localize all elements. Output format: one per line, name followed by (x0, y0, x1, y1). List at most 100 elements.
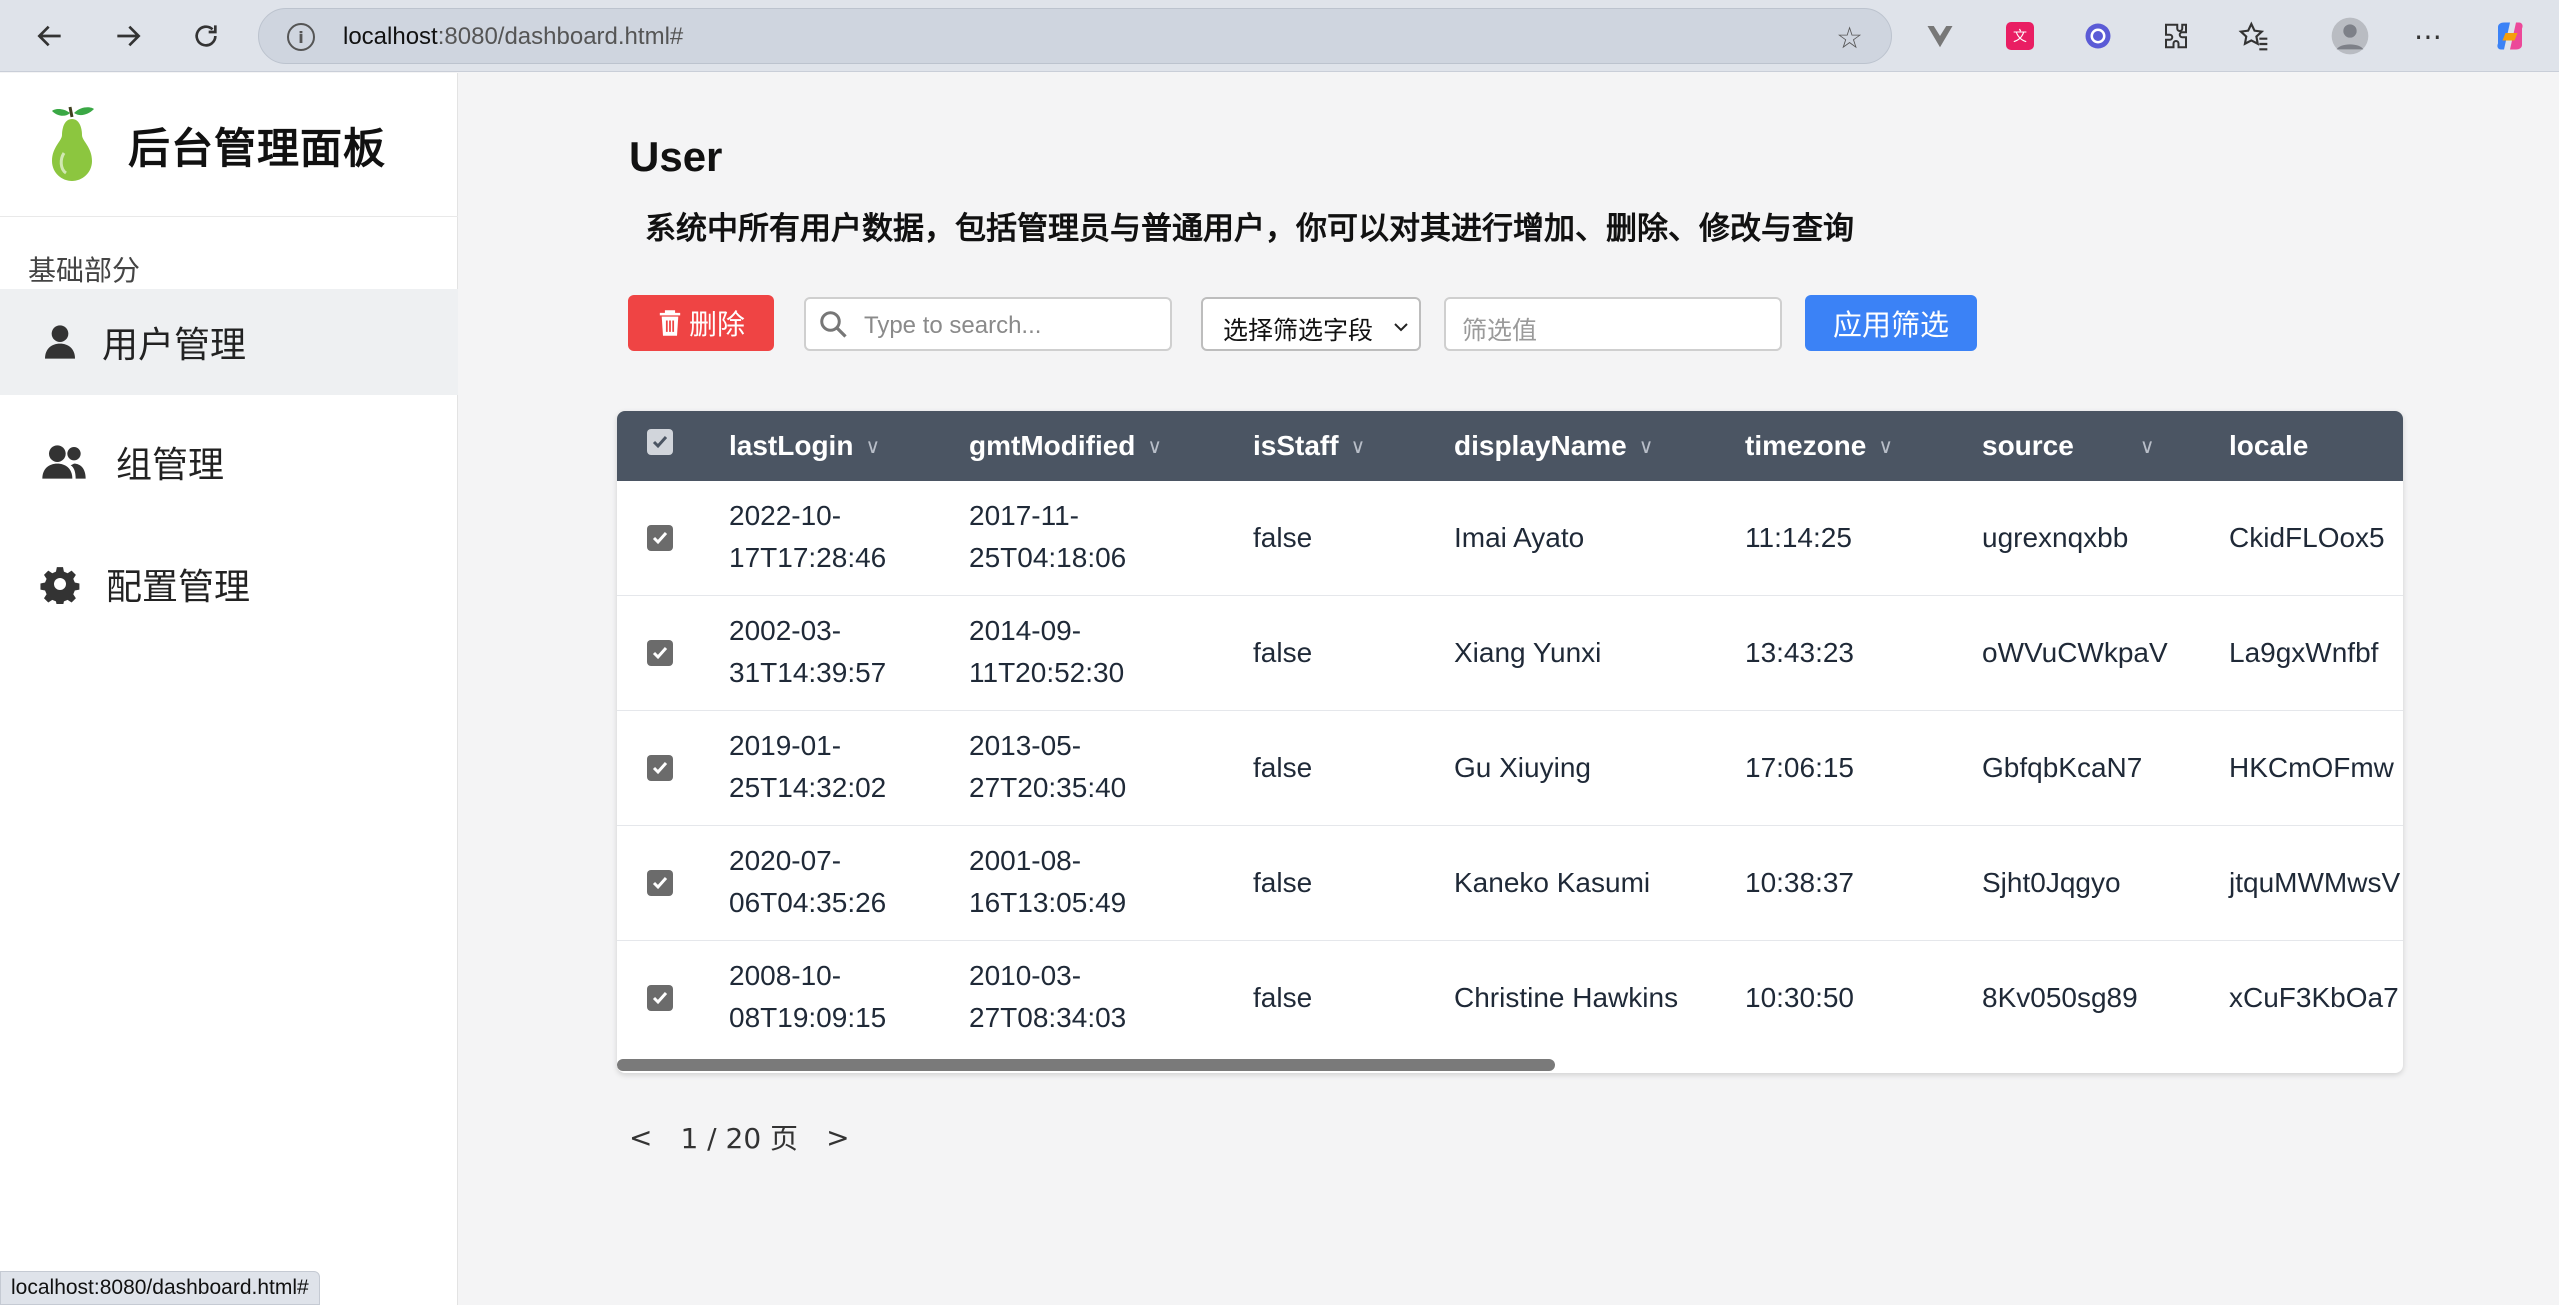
cell-timezone: 10:38:37 (1745, 867, 1854, 898)
cell-lastLogin: 2002-03- 31T14:39:57 (729, 615, 887, 688)
main-content: User 系统中所有用户数据，包括管理员与普通用户，你可以对其进行增加、删除、修… (459, 73, 2559, 1305)
column-header-timezone[interactable]: timezone ∨ (1745, 411, 1893, 481)
column-header-gmtModified[interactable]: gmtModified ∨ (969, 411, 1162, 481)
select-all-checkbox[interactable] (647, 429, 673, 455)
table-row[interactable]: 2002-03- 31T14:39:57 2014-09- 11T20:52:30 … (617, 596, 2403, 711)
field-select[interactable]: 选择筛选字段 (1201, 297, 1421, 351)
cell-locale: HKCmOFmw (2229, 752, 2394, 783)
sort-chevron-icon: ∨ (1350, 434, 1366, 458)
forward-icon[interactable] (106, 14, 150, 58)
extensions-puzzle-icon[interactable] (2158, 18, 2194, 54)
cell-displayName: Kaneko Kasumi (1454, 867, 1651, 898)
delete-button-label: 删除 (688, 308, 745, 341)
sort-chevron-icon: ∨ (2139, 434, 2155, 458)
delete-button[interactable]: 删除 (628, 295, 774, 351)
cell-gmtModified: 2014-09- 11T20:52:30 (969, 615, 1125, 688)
table-header: lastLogin ∨ gmtModified ∨ isStaff ∨ display… (617, 411, 2403, 481)
sidebar-item-config[interactable]: 配置管理 (0, 531, 458, 637)
table-row[interactable]: 2022-10- 17T17:28:46 2017-11- 25T04:18:06 … (617, 481, 2403, 596)
field-select-value: 选择筛选字段 (1223, 316, 1374, 345)
apply-filter-button[interactable]: 应用筛选 (1805, 295, 1977, 351)
filter-value-input[interactable]: 筛选值 (1444, 297, 1782, 351)
cell-timezone: 11:14:25 (1745, 522, 1852, 553)
vue-extension-icon[interactable] (1922, 18, 1958, 54)
sort-chevron-icon: ∨ (1638, 434, 1654, 458)
site-info-icon[interactable]: i (287, 23, 315, 51)
sort-chevron-icon: ∨ (1878, 434, 1893, 458)
bookmark-star-icon[interactable]: ☆ (1836, 21, 1863, 56)
profile-avatar-icon[interactable] (2328, 14, 2372, 58)
cell-isStaff: false (1253, 522, 1313, 553)
page-indicator: 1 / 20 页 (680, 1122, 799, 1155)
cell-lastLogin: 2019-01- 25T14:32:02 (729, 730, 887, 803)
cell-source: oWVuCWkpaV (1982, 637, 2168, 668)
cell-gmtModified: 2013-05- 27T20:35:40 (969, 730, 1127, 803)
sidebar-item-label: 配置管理 (106, 567, 251, 608)
cell-source: Sjht0Jqgyo (1982, 867, 2121, 898)
table-row[interactable]: 2020-07- 06T04:35:26 2001-08- 16T13:05:49 … (617, 826, 2403, 941)
users-icon (42, 445, 86, 479)
cell-locale: CkidFLOox5 (2229, 522, 2385, 553)
cell-displayName: Xiang Yunxi (1454, 637, 1602, 668)
cell-isStaff: false (1253, 637, 1313, 668)
browser-toolbar: i localhost:8080/dashboard.html# ☆ 文 ⋯ (0, 0, 2559, 72)
row-checkbox[interactable] (647, 985, 673, 1011)
next-page-button[interactable]: > (826, 1121, 849, 1154)
sidebar-item-groups[interactable]: 组管理 (0, 409, 458, 515)
cell-gmtModified: 2017-11- 25T04:18:06 (969, 500, 1127, 573)
pagination: < 1 / 20 页 > (629, 1117, 850, 1157)
cell-displayName: Imai Ayato (1454, 522, 1585, 553)
prev-page-button[interactable]: < (629, 1121, 652, 1154)
row-checkbox[interactable] (647, 755, 673, 781)
page-description: 系统中所有用户数据，包括管理员与普通用户，你可以对其进行增加、删除、修改与查询 (645, 211, 1854, 247)
horizontal-scrollbar[interactable] (617, 1059, 1555, 1071)
trash-icon (659, 310, 681, 336)
address-bar[interactable]: i localhost:8080/dashboard.html# ☆ (258, 8, 1892, 64)
user-icon (45, 325, 75, 359)
table-row[interactable]: 2019-01- 25T14:32:02 2013-05- 27T20:35:40 … (617, 711, 2403, 826)
sidebar-item-users[interactable]: 用户管理 (0, 289, 458, 395)
row-checkbox[interactable] (647, 640, 673, 666)
cell-source: 8Kv050sg89 (1982, 982, 2138, 1013)
copilot-icon[interactable] (2492, 18, 2528, 54)
status-bar: localhost:8080/dashboard.html# (0, 1271, 320, 1305)
reload-icon[interactable] (184, 14, 228, 58)
search-placeholder: Type to search... (864, 312, 1042, 339)
gear-icon (40, 567, 80, 604)
cell-timezone: 17:06:15 (1745, 752, 1854, 783)
cell-timezone: 13:43:23 (1745, 637, 1854, 668)
cell-locale: La9gxWnfbf (2229, 637, 2379, 668)
favorites-icon[interactable] (2236, 18, 2272, 54)
pear-logo-icon (52, 106, 94, 181)
url-text[interactable]: localhost:8080/dashboard.html# (343, 23, 683, 51)
table-row[interactable]: 2008-10- 08T19:09:15 2010-03- 27T08:34:03 … (617, 941, 2403, 1056)
translate-extension-icon[interactable]: 文 (2002, 18, 2038, 54)
row-checkbox[interactable] (647, 870, 673, 896)
column-header-displayName[interactable]: displayName ∨ (1454, 411, 1653, 481)
row-checkbox[interactable] (647, 525, 673, 551)
search-icon (820, 311, 847, 338)
sort-chevron-icon: ∨ (1147, 434, 1163, 458)
cell-displayName: Christine Hawkins (1454, 982, 1679, 1013)
camera-extension-icon[interactable] (2080, 18, 2116, 54)
column-header-source[interactable]: source ∨ (1982, 411, 2154, 481)
back-icon[interactable] (28, 14, 72, 58)
cell-lastLogin: 2020-07- 06T04:35:26 (729, 845, 887, 918)
sidebar-item-label: 用户管理 (102, 325, 247, 366)
cell-timezone: 10:30:50 (1745, 982, 1854, 1013)
cell-source: GbfqbKcaN7 (1982, 752, 2143, 783)
cell-displayName: Gu Xiuying (1454, 752, 1591, 783)
cell-gmtModified: 2001-08- 16T13:05:49 (969, 845, 1127, 918)
search-input[interactable]: Type to search... (804, 297, 1172, 351)
brand: 后台管理面板 (0, 73, 458, 217)
cell-locale: jtquMWMwsV (2229, 867, 2401, 898)
cell-lastLogin: 2022-10- 17T17:28:46 (729, 500, 887, 573)
filter-placeholder: 筛选值 (1462, 316, 1538, 345)
sidebar: 后台管理面板 基础部分 用户管理 组管理 配置管理 (0, 73, 458, 1305)
more-menu-icon[interactable]: ⋯ (2410, 18, 2446, 54)
column-header-locale[interactable]: locale (2229, 411, 2308, 481)
column-header-isStaff[interactable]: isStaff ∨ (1253, 411, 1365, 481)
column-header-lastLogin[interactable]: lastLogin ∨ (729, 411, 880, 481)
sort-chevron-icon: ∨ (865, 434, 881, 458)
section-label: 基础部分 (28, 254, 141, 287)
